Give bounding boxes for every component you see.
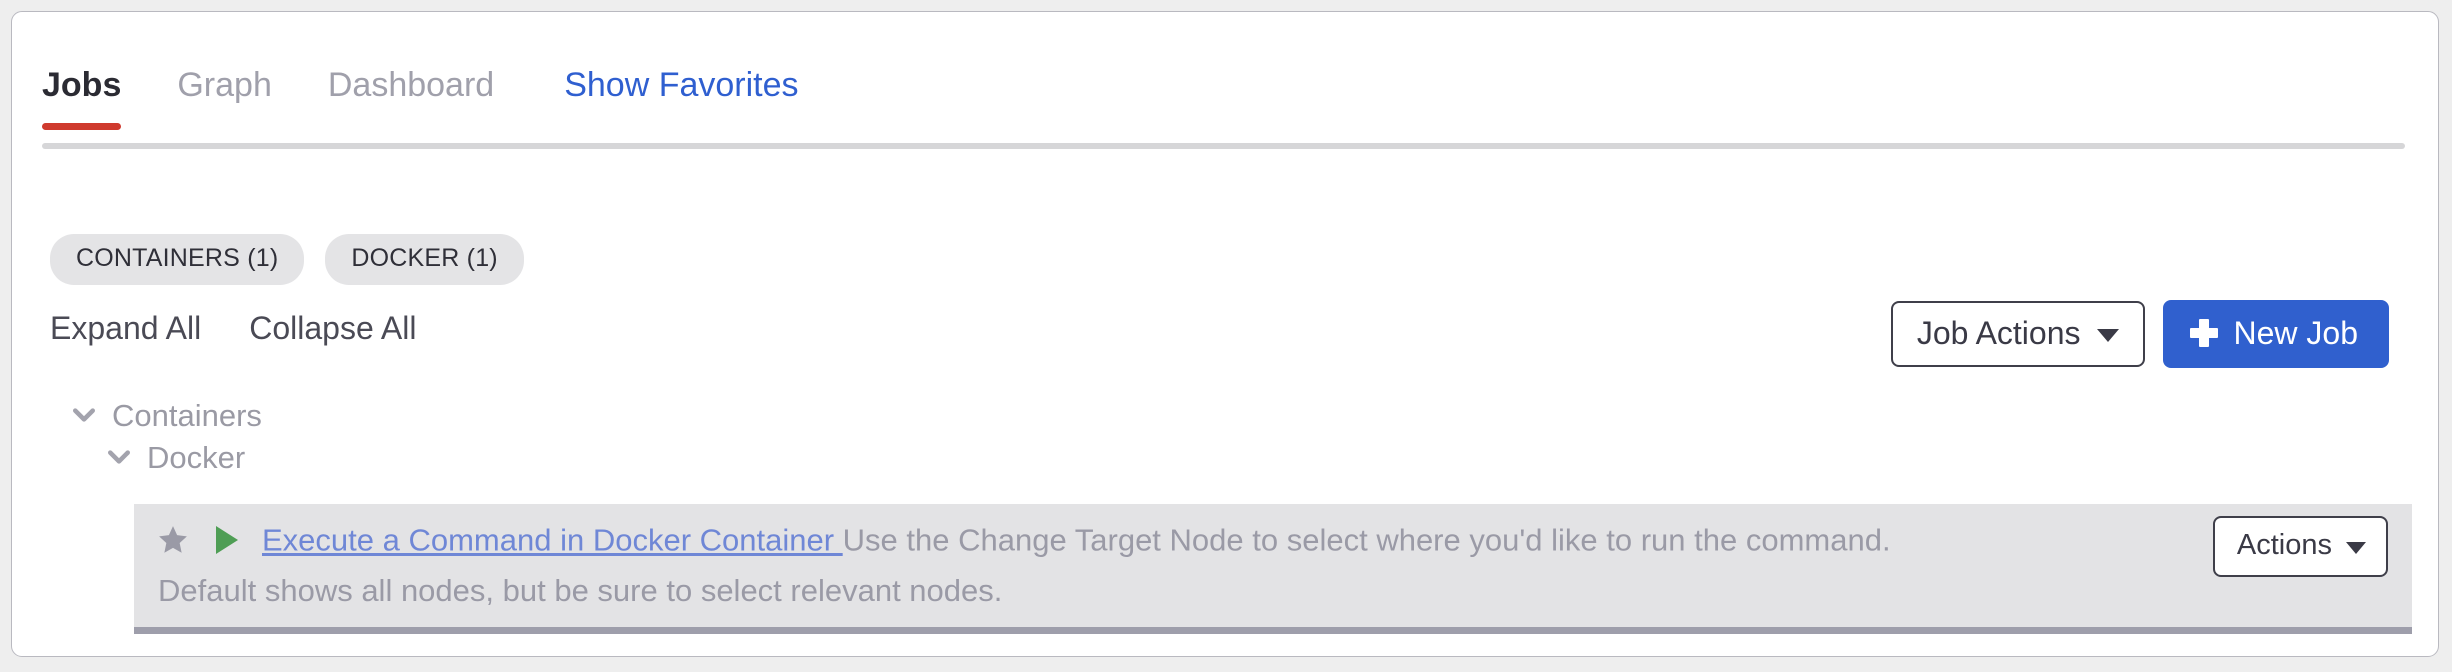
tab-dashboard[interactable]: Dashboard (328, 68, 494, 130)
job-actions-dropdown-label: Actions (2236, 529, 2332, 561)
tab-jobs-label: Jobs (42, 66, 122, 104)
favorite-star-icon[interactable] (156, 523, 190, 557)
active-tab-underline (42, 123, 122, 130)
tab-graph-label: Graph (177, 66, 272, 104)
job-list-item[interactable]: Execute a Command in Docker Container Us… (134, 504, 2412, 634)
page-root: Jobs Graph Dashboard Show Favorites CONT… (0, 0, 2452, 672)
tree-expand-controls: Expand All Collapse All (50, 312, 464, 344)
tab-jobs[interactable]: Jobs (42, 66, 122, 130)
job-actions-button[interactable]: Job Actions (1890, 301, 2145, 367)
job-description-line1: Use the Change Target Node to select whe… (842, 522, 1891, 558)
filter-chip-docker[interactable]: DOCKER (1) (325, 234, 524, 285)
tree-group-docker-label: Docker (147, 439, 246, 475)
collapse-all-link[interactable]: Collapse All (249, 312, 416, 344)
job-tree: Containers Docker (12, 394, 2438, 478)
job-actions-label: Job Actions (1916, 315, 2081, 351)
job-list-item-content: Execute a Command in Docker Container Us… (134, 504, 2412, 608)
tree-group-docker[interactable]: Docker (12, 436, 2438, 478)
tab-dashboard-label: Dashboard (327, 66, 495, 104)
tree-group-containers-label: Containers (112, 397, 262, 433)
filter-chip-containers[interactable]: CONTAINERS (1) (50, 234, 305, 285)
toolbar-actions: Job Actions New Job (1890, 300, 2389, 368)
chevron-down-icon (104, 442, 134, 472)
tab-list: Jobs Graph Dashboard Show Favorites (42, 68, 799, 130)
job-description-line2: Default shows all nodes, but be sure to … (158, 573, 1003, 608)
show-favorites-link[interactable]: Show Favorites (564, 68, 798, 130)
tab-bar-divider (42, 143, 2405, 149)
plus-icon (2189, 319, 2218, 347)
jobs-toolbar: Expand All Collapse All Job Actions New … (12, 300, 2438, 380)
filter-chip-list: CONTAINERS (1) DOCKER (1) (50, 234, 524, 285)
tree-group-containers[interactable]: Containers (12, 394, 2438, 436)
run-job-play-icon[interactable] (214, 525, 240, 555)
chevron-down-icon (2096, 328, 2119, 342)
tab-graph[interactable]: Graph (177, 68, 272, 130)
job-actions-dropdown[interactable]: Actions (2212, 516, 2388, 577)
job-name-link[interactable]: Execute a Command in Docker Container (262, 523, 843, 558)
job-primary-line: Execute a Command in Docker Container Us… (156, 523, 2412, 557)
chevron-down-icon (69, 400, 99, 430)
chevron-down-icon (2346, 541, 2366, 554)
tab-bar: Jobs Graph Dashboard Show Favorites (12, 12, 2438, 160)
new-job-label: New Job (2233, 315, 2359, 351)
jobs-card: Jobs Graph Dashboard Show Favorites CONT… (11, 11, 2439, 657)
new-job-button[interactable]: New Job (2162, 300, 2389, 368)
expand-all-link[interactable]: Expand All (50, 312, 201, 344)
